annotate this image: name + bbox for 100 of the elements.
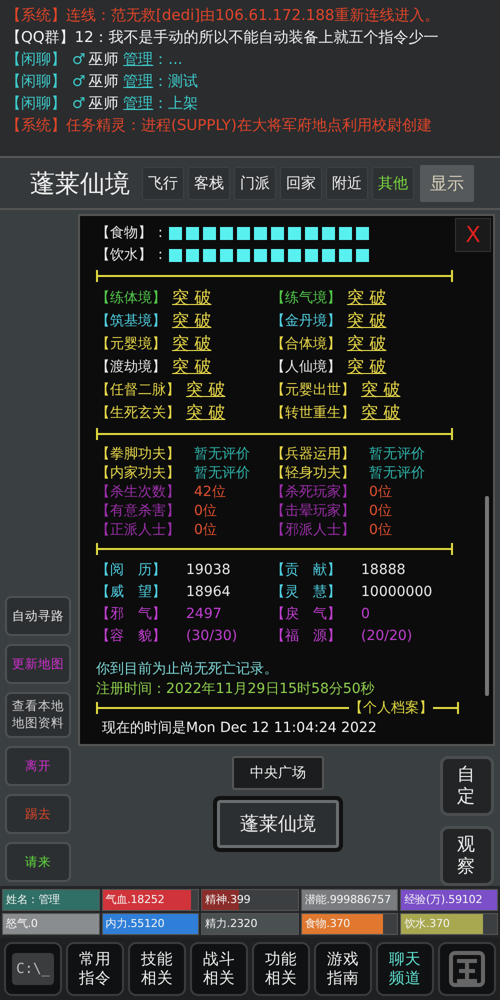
chat-message: 【系统】任务精灵：进程(SUPPLY)在大将军府地点利用校尉创建 — [6, 115, 432, 136]
channel-label: 【闲聊】 — [6, 71, 66, 92]
stat-label: 姓名：管理 — [5, 892, 62, 908]
meter-label: 【食物】 — [96, 224, 152, 242]
side-button[interactable]: 请来 — [5, 842, 71, 882]
realm-label: 【练体境】 — [96, 288, 166, 306]
location-title: 蓬莱仙境 — [30, 168, 130, 200]
realm-label: 【合体境】 — [271, 334, 341, 352]
exit-button[interactable]: 中央广场 — [232, 756, 324, 790]
nav-tab[interactable]: 客栈 — [188, 166, 230, 200]
stat-label: 精力.2320 — [204, 916, 258, 932]
attribute-label: 【邪 气】 — [96, 605, 166, 623]
breakthrough-link[interactable]: 突 破 — [347, 355, 386, 378]
stat-label: 气血.18252 — [104, 892, 166, 908]
death-record-text: 你到目前为止尚无死亡记录。 — [96, 660, 279, 679]
nav-tab[interactable]: 其他 — [372, 166, 414, 200]
stat-label: 饮水.370 — [403, 916, 451, 932]
breakthrough-link[interactable]: 突 破 — [186, 401, 226, 424]
stat-label: 内力.55120 — [104, 916, 166, 932]
chat-message: 【系统】连线：范无救[dedi]由106.61.172.188重新连线进入。 — [6, 5, 440, 26]
realm-label: 【筑基境】 — [96, 312, 166, 330]
rating-value: 0位 — [369, 482, 392, 500]
gender-icon: ♂ — [72, 70, 86, 92]
rating-label: 【轻身功夫】 — [271, 464, 355, 482]
nav-tab[interactable]: 附近 — [326, 166, 368, 200]
menu-button[interactable]: 技能相关 — [128, 942, 186, 996]
attribute-label: 【戾 气】 — [271, 605, 341, 623]
breakthrough-link[interactable]: 突 破 — [347, 309, 386, 332]
user-link[interactable]: 管理 — [123, 48, 154, 70]
attribute-label: 【灵 慧】 — [271, 583, 341, 601]
menu-button[interactable]: 战斗相关 — [190, 942, 248, 996]
breakthrough-link[interactable]: 突 破 — [186, 378, 226, 401]
side-button[interactable]: 查看本地地图资料 — [5, 692, 71, 738]
breakthrough-link[interactable]: 突 破 — [172, 355, 212, 378]
rating-label: 【有意杀害】 — [96, 502, 180, 520]
seal-button[interactable] — [438, 942, 496, 996]
show-button[interactable]: 显示 — [420, 164, 474, 202]
attribute-label: 【威 望】 — [96, 583, 166, 601]
rating-label: 【邪派人士】 — [271, 520, 355, 538]
user-link[interactable]: 管理 — [123, 92, 154, 114]
nav-tab[interactable]: 回家 — [280, 166, 322, 200]
breakthrough-link[interactable]: 突 破 — [172, 286, 212, 309]
realm-label: 【转世重生】 — [271, 404, 355, 422]
attribute-value: 0 — [361, 606, 370, 622]
realm-label: 【人仙境】 — [271, 358, 341, 376]
breakthrough-link[interactable]: 突 破 — [347, 286, 386, 309]
meter-separator: : — [158, 247, 163, 263]
breakthrough-link[interactable]: 突 破 — [361, 378, 400, 401]
realm-label: 【练气境】 — [271, 288, 341, 306]
nav-tab[interactable]: 门派 — [234, 166, 276, 200]
action-button[interactable]: 自定 — [440, 756, 494, 816]
menu-button[interactable]: 常用指令 — [66, 942, 124, 996]
action-button[interactable]: 观察 — [440, 826, 494, 886]
console-button[interactable]: C:\_ — [4, 942, 62, 996]
breakthrough-link[interactable]: 突 破 — [172, 332, 212, 355]
seal-icon — [447, 949, 487, 989]
realm-label: 【金丹境】 — [271, 312, 341, 330]
rating-value: 0位 — [194, 502, 217, 520]
attribute-label: 【容 貌】 — [96, 627, 166, 645]
realm-label: 【渡劫境】 — [96, 358, 166, 376]
attribute-value: 10000000 — [361, 584, 432, 600]
gender-icon: ♂ — [72, 48, 86, 70]
rating-label: 【击晕玩家】 — [271, 502, 355, 520]
rating-value: 42位 — [194, 482, 226, 500]
rating-label: 【杀死玩家】 — [271, 482, 355, 500]
breakthrough-link[interactable]: 突 破 — [347, 332, 386, 355]
gender-icon: ♂ — [72, 92, 86, 114]
attribute-label: 【福 源】 — [271, 627, 341, 645]
user-title: 巫师 — [88, 93, 118, 114]
stat-label: 怒气.0 — [5, 916, 39, 932]
meter-label: 【饮水】 — [96, 246, 152, 264]
user-link[interactable]: 管理 — [123, 70, 154, 92]
stat-label: 潜能.999886757 — [304, 892, 392, 908]
breakthrough-link[interactable]: 突 破 — [361, 401, 400, 424]
stat-label: 经验(万).59102 — [403, 892, 484, 908]
rating-value: 0位 — [369, 520, 392, 538]
section-label: 【个人档案】 — [349, 699, 433, 717]
meter-separator: : — [158, 225, 163, 241]
rating-value: 暂无评价 — [369, 464, 425, 482]
rating-value: 暂无评价 — [194, 444, 250, 462]
rating-value: 暂无评价 — [369, 444, 425, 462]
rating-label: 【正派人士】 — [96, 520, 180, 538]
rating-label: 【杀生次数】 — [96, 482, 180, 500]
attribute-label: 【阅 历】 — [96, 561, 166, 579]
chat-message: ：测试 — [153, 71, 198, 92]
close-button[interactable]: X — [455, 218, 491, 252]
current-time: 现在的时间是Mon Dec 12 11:04:24 2022 — [101, 719, 378, 737]
breakthrough-link[interactable]: 突 破 — [172, 309, 212, 332]
user-title: 巫师 — [88, 71, 118, 92]
menu-button[interactable]: 功能相关 — [252, 942, 310, 996]
attribute-value: 18964 — [186, 584, 231, 600]
attribute-value: 18888 — [361, 562, 406, 578]
side-button[interactable]: 自动寻路 — [5, 596, 71, 636]
attribute-label: 【贡 献】 — [271, 561, 341, 579]
nav-tab[interactable]: 飞行 — [142, 166, 184, 200]
menu-button[interactable]: 游戏指南 — [314, 942, 372, 996]
menu-button[interactable]: 聊天频道 — [376, 942, 434, 996]
rating-value: 0位 — [194, 520, 217, 538]
channel-label: 【闲聊】 — [6, 49, 66, 70]
attribute-value: (20/20) — [361, 628, 412, 644]
